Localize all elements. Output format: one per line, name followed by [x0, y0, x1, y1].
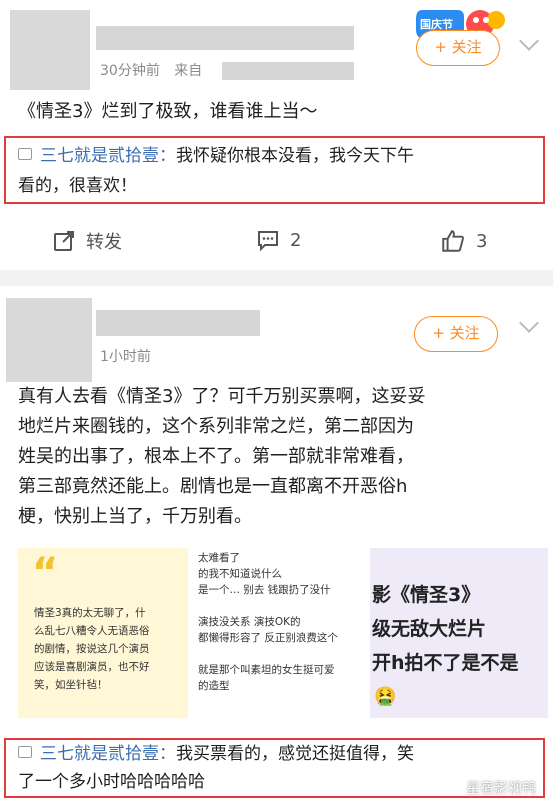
image-2-text: 太难看了的我不知道说什么是一个… 别去 钱跟扔了没什 演技没关系 演技OK的都懒…	[198, 550, 338, 694]
chevron-down-icon[interactable]	[519, 313, 539, 333]
repost-icon	[54, 231, 74, 251]
post-body: 《情圣3》烂到了极致，谁看谁上当～	[18, 101, 318, 122]
feed-divider	[0, 270, 553, 286]
image-text-line: 太难看了	[198, 552, 240, 564]
image-text-line: 的我不知道说什么	[198, 568, 282, 580]
image-text-line: 演技没关系 演技OK的	[198, 616, 301, 628]
image-text-line: 么乱七八糟令人无语恶俗	[34, 625, 150, 637]
image-1-text: 情圣3真的太无聊了，什 么乱七八糟令人无语恶俗 的剧情，按说这几个演员 应该是喜剧演员…	[34, 604, 150, 694]
image-text-line: 开h拍不了是不是	[372, 652, 519, 674]
post-body-line: 真有人去看《情圣3》了？可千万别买票啊，这妥妥	[18, 386, 426, 407]
username-redacted[interactable]	[96, 26, 354, 50]
chevron-down-icon[interactable]	[519, 31, 539, 51]
post-image-2[interactable]: 太难看了的我不知道说什么是一个… 别去 钱跟扔了没什 演技没关系 演技OK的都懒…	[190, 548, 368, 718]
comment-icon	[18, 148, 32, 160]
post-time: 30分钟前	[100, 63, 160, 79]
repost-button[interactable]: 转发	[52, 228, 122, 254]
comment-text-line2: 看的，很喜欢！	[18, 176, 137, 196]
image-text-line: 笑，如坐针毡！	[34, 679, 108, 691]
comment-button[interactable]: 2	[256, 228, 301, 252]
like-button[interactable]: 3	[440, 228, 487, 254]
image-text-line: 都懒得形容了 反正别浪费这个	[198, 632, 338, 644]
hot-comment[interactable]: 三七就是贰拾壹：我怀疑你根本没看，我今天下午	[18, 142, 538, 170]
like-count: 3	[476, 230, 488, 252]
image-3-text: 影《情圣3》 级无敌大烂片开h拍不了是不是	[372, 578, 519, 680]
source-redacted	[222, 62, 354, 80]
image-text-line: 是一个… 别去 钱跟扔了没什	[198, 584, 331, 596]
image-text-line: 的剧情，按说这几个演员	[34, 643, 150, 655]
avatar[interactable]	[10, 10, 90, 90]
post-meta: 30分钟前 来自	[100, 60, 202, 80]
comment-text-line1: 我怀疑你根本没看，我今天下午	[176, 146, 414, 166]
post-source-label: 来自	[174, 63, 203, 79]
hot-comment[interactable]: 三七就是贰拾壹：我买票看的，感觉还挺值得，笑	[18, 740, 538, 768]
image-text-line: 应该是喜剧演员，也不好	[34, 661, 150, 673]
watermark: 星宿影视鸭	[466, 781, 536, 797]
post-time: 1小时前	[100, 349, 151, 365]
comment-icon	[18, 746, 32, 758]
vomit-emoji-icon: 🤮	[374, 686, 397, 707]
image-text-line: 影《情圣3》	[372, 584, 481, 606]
post-body-line: 姓吴的出事了，根本上不了。第一部就非常难看，	[18, 446, 414, 467]
repost-label: 转发	[86, 232, 122, 253]
post-card-1: 30分钟前 来自 国庆节 + 关注 《情圣3》烂到了极致，谁看谁上当～ 三七就是…	[0, 0, 553, 268]
image-text-line: 就是那个叫素坦的女生挺可爱	[198, 664, 335, 676]
comment-username[interactable]: 三七就是贰拾壹：	[40, 744, 176, 764]
image-text-line: 级无敌大烂片	[372, 618, 487, 640]
thumbs-up-icon	[442, 230, 464, 252]
follow-button[interactable]: + 关注	[414, 316, 498, 352]
comment-text-line1: 我买票看的，感觉还挺值得，笑	[176, 744, 414, 764]
post-body: 真有人去看《情圣3》了？可千万别买票啊，这妥妥 地烂片来圈钱的，这个系列非常之烂，…	[18, 382, 548, 532]
post-image-3[interactable]: 影《情圣3》 级无敌大烂片开h拍不了是不是 🤮	[370, 548, 548, 718]
image-text-line: 的造型	[198, 680, 230, 692]
post-body-line: 地烂片来圈钱的，这个系列非常之烂，第二部因为	[18, 416, 414, 437]
quote-mark: “	[32, 550, 59, 596]
comment-username[interactable]: 三七就是贰拾壹：	[40, 146, 176, 166]
post-body-line: 梗，快别上当了，千万别看。	[18, 506, 252, 527]
image-text-line	[198, 598, 338, 614]
post-card-2: 1小时前 + 关注 真有人去看《情圣3》了？可千万别买票啊，这妥妥 地烂片来圈钱的…	[0, 286, 553, 801]
comment-count: 2	[290, 229, 302, 251]
follow-button[interactable]: + 关注	[416, 30, 500, 66]
image-text-line: 情圣3真的太无聊了，什	[34, 607, 146, 619]
comment-text-line2: 了一个多小时哈哈哈哈哈	[18, 772, 205, 792]
comment-bubble-icon	[258, 231, 278, 252]
post-image-1[interactable]: “ 情圣3真的太无聊了，什 么乱七八糟令人无语恶俗 的剧情，按说这几个演员 应该是喜剧…	[18, 548, 188, 718]
avatar[interactable]	[6, 298, 92, 382]
username-redacted[interactable]	[96, 310, 260, 336]
image-text-line	[198, 646, 338, 662]
post-body-line: 第三部竟然还能上。剧情也是一直都离不开恶俗h	[18, 476, 408, 497]
